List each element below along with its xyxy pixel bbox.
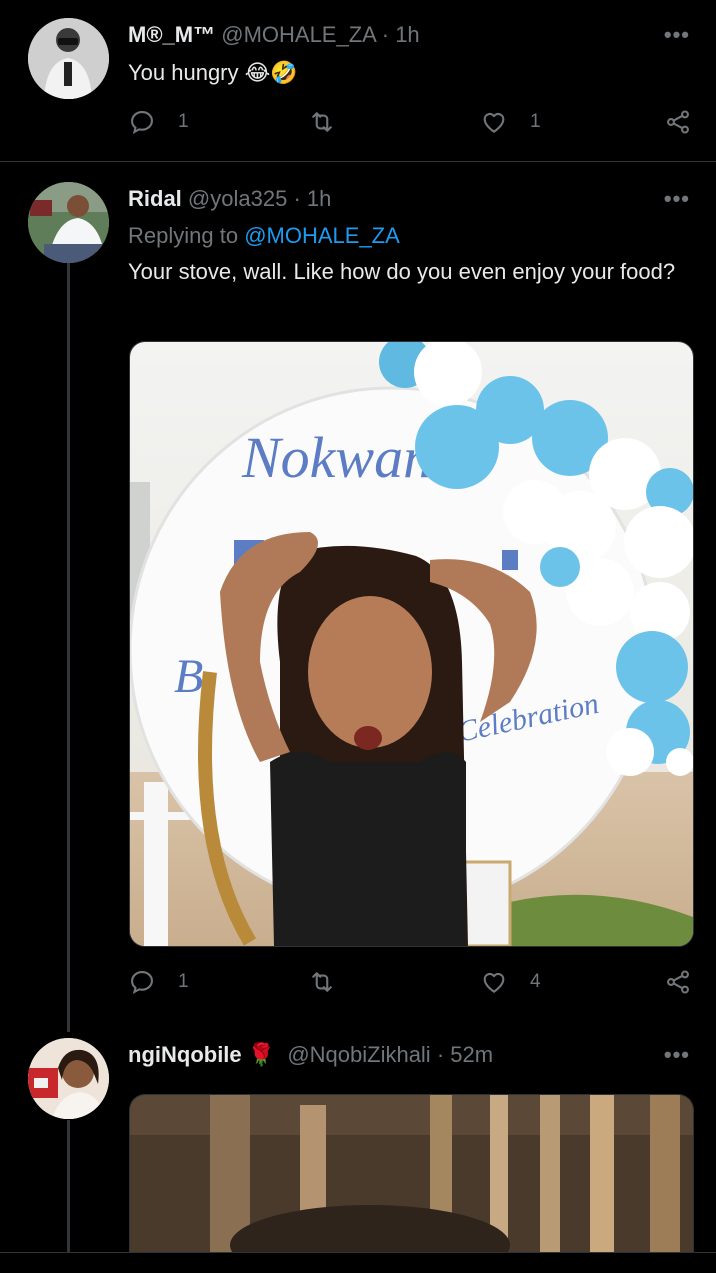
more-icon[interactable]: ••• bbox=[664, 22, 690, 48]
reply-button[interactable]: 1 bbox=[128, 968, 189, 996]
like-count: 1 bbox=[530, 111, 541, 132]
more-icon[interactable]: ••• bbox=[664, 1042, 690, 1068]
like-icon bbox=[483, 112, 505, 133]
tweet-header: Ridal @yola325 · 1h bbox=[128, 186, 331, 212]
share-icon bbox=[667, 970, 689, 994]
sign-initial: B bbox=[174, 650, 203, 703]
replying-prefix: Replying to bbox=[128, 223, 239, 248]
handle[interactable]: @NqobiZikhali bbox=[287, 1042, 430, 1067]
tweet-media[interactable]: Nokwan B Celebration bbox=[129, 341, 694, 947]
action-bar: 1 1 bbox=[128, 108, 693, 142]
like-icon bbox=[483, 972, 505, 993]
display-name[interactable]: Ridal bbox=[128, 186, 182, 211]
bottom-bar bbox=[0, 1252, 716, 1273]
action-bar: 1 4 bbox=[128, 968, 693, 1002]
avatar[interactable] bbox=[28, 182, 109, 263]
retweet-button[interactable] bbox=[308, 968, 336, 996]
avatar-photo bbox=[28, 1038, 109, 1119]
reply-icon bbox=[131, 111, 153, 134]
tweet-text: You hungry 😂🤣 bbox=[128, 60, 298, 85]
replying-to: Replying to @MOHALE_ZA bbox=[128, 223, 400, 249]
avatar-photo bbox=[28, 18, 109, 99]
display-name[interactable]: ngiNqobile bbox=[128, 1042, 242, 1067]
retweet-icon bbox=[312, 972, 332, 992]
timestamp[interactable]: · 1h bbox=[293, 186, 331, 211]
timestamp[interactable]: · 52m bbox=[437, 1042, 493, 1067]
more-icon[interactable]: ••• bbox=[664, 186, 690, 212]
reply-count: 1 bbox=[178, 971, 189, 992]
avatar[interactable] bbox=[28, 18, 109, 99]
tweet-text: Your stove, wall. Like how do you even e… bbox=[128, 259, 676, 284]
timestamp[interactable]: · 1h bbox=[382, 22, 420, 47]
like-button[interactable]: 1 bbox=[480, 108, 541, 136]
avatar[interactable] bbox=[28, 1038, 109, 1119]
retweet-icon bbox=[312, 112, 332, 132]
mention-link[interactable]: @MOHALE_ZA bbox=[244, 223, 400, 248]
reply-icon bbox=[131, 971, 153, 994]
reply-count: 1 bbox=[178, 111, 189, 132]
retweet-button[interactable] bbox=[308, 108, 336, 136]
avatar-photo bbox=[28, 182, 109, 263]
tweet-media[interactable] bbox=[129, 1094, 694, 1265]
tweet-header: ngiNqobile 🌹 @NqobiZikhali · 52m bbox=[128, 1042, 493, 1068]
share-button[interactable] bbox=[664, 108, 692, 136]
reply-button[interactable]: 1 bbox=[128, 108, 189, 136]
display-name[interactable]: M®_M™ bbox=[128, 22, 215, 47]
name-emoji: 🌹 bbox=[247, 1042, 276, 1067]
share-icon bbox=[667, 110, 689, 134]
tweet-header: M®_M™ @MOHALE_ZA · 1h bbox=[128, 22, 420, 48]
like-count: 4 bbox=[530, 971, 541, 992]
like-button[interactable]: 4 bbox=[480, 968, 541, 996]
media-photo bbox=[130, 1095, 693, 1265]
tweet-2[interactable]: Ridal @yola325 · 1h ••• Replying to @MOH… bbox=[0, 162, 716, 1032]
sign-word: Nokwan bbox=[241, 425, 432, 490]
share-button[interactable] bbox=[664, 968, 692, 996]
handle[interactable]: @MOHALE_ZA bbox=[221, 22, 375, 47]
media-photo: Nokwan B Celebration bbox=[130, 342, 693, 946]
handle[interactable]: @yola325 bbox=[188, 186, 287, 211]
tweet-1[interactable]: M®_M™ @MOHALE_ZA · 1h ••• You hungry 😂🤣 … bbox=[0, 0, 716, 162]
tweet-3[interactable]: ngiNqobile 🌹 @NqobiZikhali · 52m ••• bbox=[0, 1032, 716, 1265]
